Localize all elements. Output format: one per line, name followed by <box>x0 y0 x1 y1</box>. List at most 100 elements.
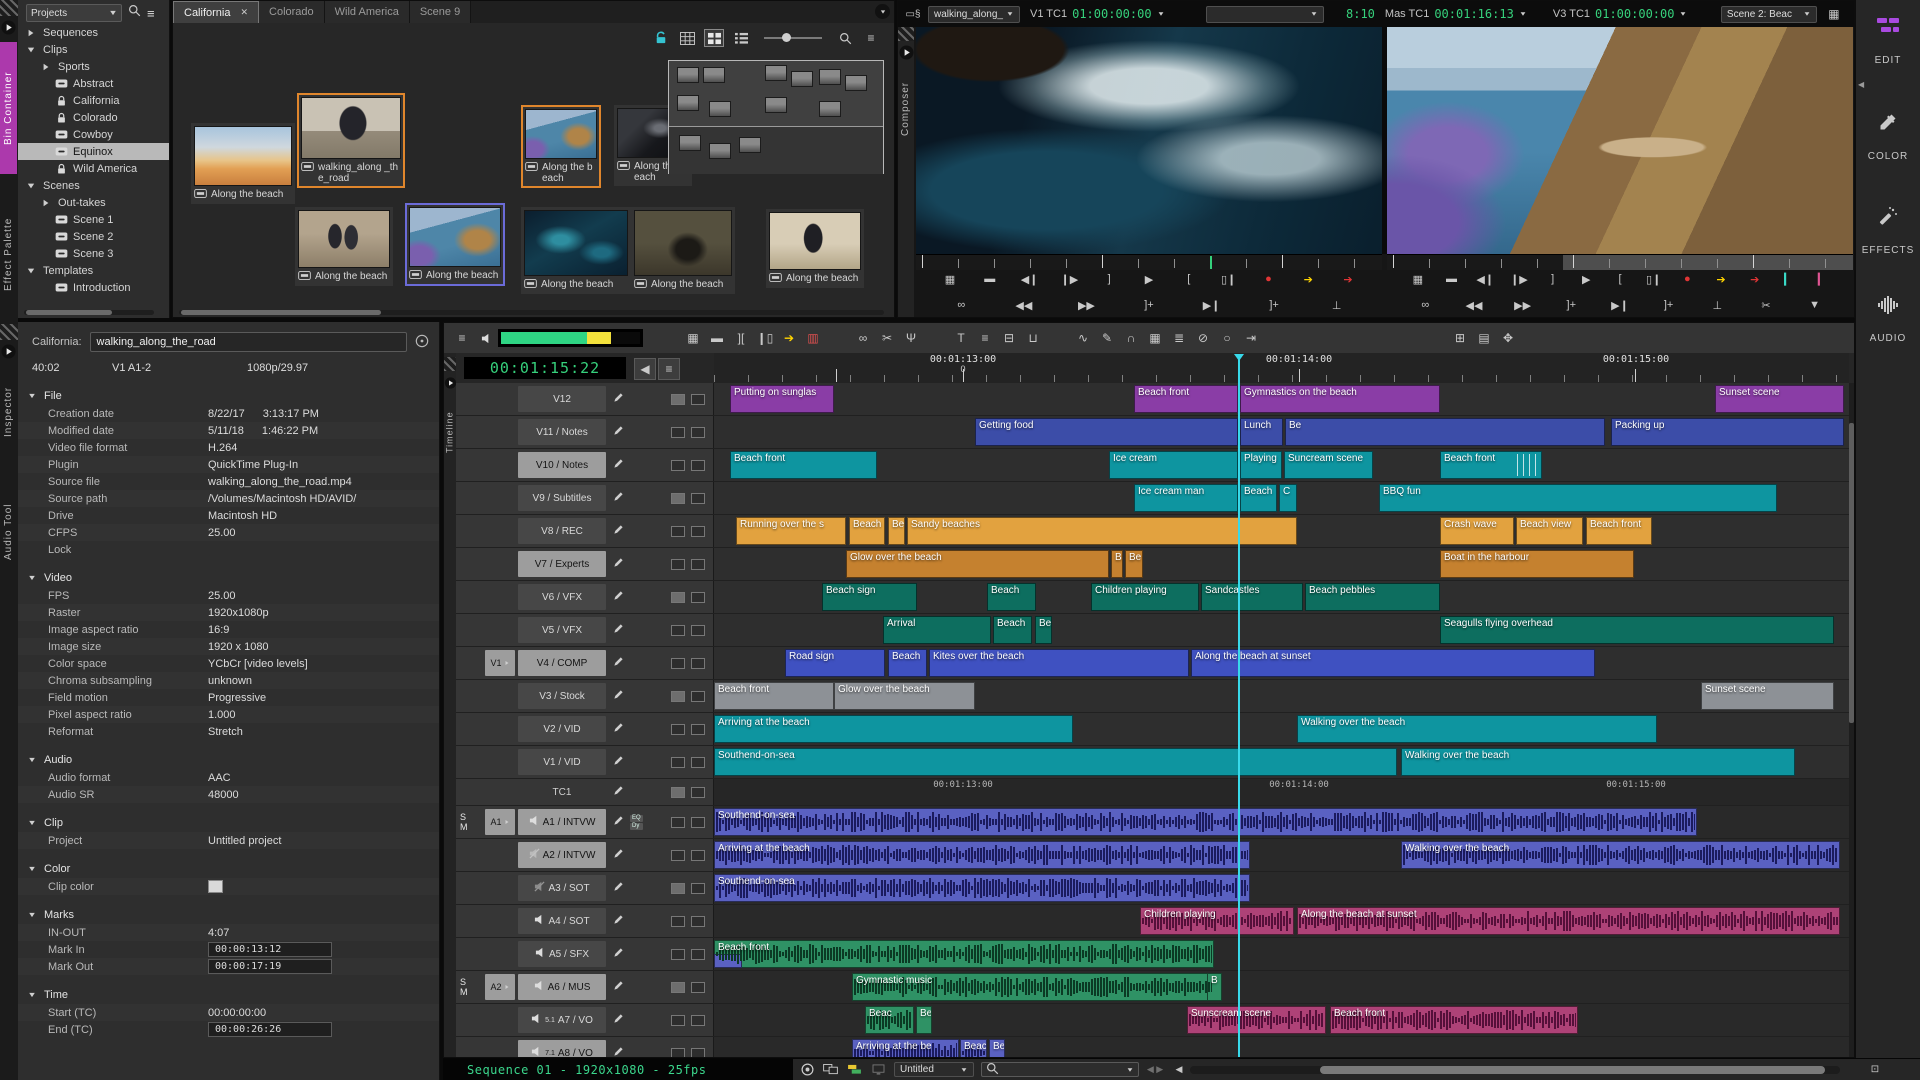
panel-play-button[interactable] <box>1 20 17 36</box>
next-edit-icon[interactable]: ▶❙ <box>1200 296 1224 314</box>
track-select-button[interactable]: V12 <box>518 386 606 412</box>
tree-hscrollbar[interactable] <box>24 310 154 315</box>
track-select-button[interactable]: V5 / VFX <box>518 617 606 643</box>
pencil-icon[interactable] <box>609 813 627 831</box>
track-header-a6[interactable]: S MA2A6 / MUS <box>456 971 714 1003</box>
record-icon[interactable]: ● <box>1256 270 1280 288</box>
mark-in-icon[interactable]: [ <box>1177 270 1201 288</box>
timeline-clip[interactable]: Beach <box>888 649 927 677</box>
waveform-toggle[interactable] <box>691 787 705 798</box>
timeline-clip[interactable]: Walking over the beach <box>1297 715 1657 743</box>
source-clip-dropdown[interactable]: walking_along_ <box>928 6 1020 23</box>
waveform-toggle[interactable] <box>691 757 705 768</box>
track-header-v11[interactable]: V11 / Notes <box>456 416 714 448</box>
bin-clip-tile[interactable]: Along the beach <box>521 207 631 294</box>
pencil-icon[interactable] <box>609 783 627 801</box>
monitor-toggle[interactable] <box>671 1048 685 1058</box>
record-icon[interactable]: ● <box>1675 270 1699 288</box>
timeline-clip[interactable]: Arriving at the beach <box>714 841 1250 869</box>
track-clips-v7[interactable]: Glow over the beachBBeBoat in the harbou… <box>714 548 1849 580</box>
track-clips-v3[interactable]: Beach frontGlow over the beachSunset sce… <box>714 680 1849 712</box>
bin-clip-tile[interactable]: Along the beach <box>521 105 601 188</box>
track-header-v10[interactable]: V10 / Notes <box>456 449 714 481</box>
clip-color-icon[interactable] <box>847 1064 862 1075</box>
align-icon[interactable]: ≡ <box>973 327 997 349</box>
disable-icon[interactable]: ⊘ <box>1191 327 1215 349</box>
tree-item-scenes[interactable]: Scenes <box>18 177 169 194</box>
track-header-v2[interactable]: V2 / VID <box>456 713 714 745</box>
timeline-clip[interactable]: Suncream scene <box>1284 451 1373 479</box>
panel-play-button[interactable] <box>1 344 17 360</box>
inspector-section-audio[interactable]: Audio <box>18 749 439 769</box>
timeline-clip[interactable]: Walking over the beach <box>1401 748 1795 776</box>
circle-icon[interactable]: ○ <box>1215 327 1239 349</box>
track-clips-a1[interactable]: Southend-on-sea <box>714 806 1849 838</box>
rail-tab-bin_container[interactable]: Bin Container <box>0 42 17 174</box>
projects-dropdown[interactable]: Projects <box>26 4 122 22</box>
add-marker-teal-icon[interactable]: ▎ <box>1776 270 1800 288</box>
track-select-button[interactable]: 5.1A7 / VO <box>518 1007 606 1033</box>
track-select-button[interactable]: V4 / COMP <box>518 650 606 676</box>
timecode-ruler[interactable]: 00:01:13:00000:01:14:0000:01:15:00 <box>714 353 1849 383</box>
track-select-button[interactable]: V8 / REC <box>518 518 606 544</box>
pencil-icon[interactable] <box>609 456 627 474</box>
menu-icon[interactable]: ≡ <box>147 6 155 21</box>
next-edit-icon[interactable]: ▶❙ <box>1608 296 1632 314</box>
timeline-clip[interactable]: Beach front <box>730 451 877 479</box>
timeline-menu-button[interactable]: ≡ <box>658 358 680 380</box>
timeline-clip[interactable]: Gymnastic music <box>852 973 1214 1001</box>
waveform-toggle[interactable] <box>691 592 705 603</box>
track-header-v3[interactable]: V3 / Stock <box>456 680 714 712</box>
timeline-clip[interactable]: Road sign <box>785 649 885 677</box>
clip-color-checkbox[interactable] <box>208 880 223 893</box>
timeline-clip[interactable]: Southend-on-sea <box>714 874 1250 902</box>
timeline-clip[interactable]: Beac <box>865 1006 914 1034</box>
source-monitor[interactable] <box>916 27 1382 254</box>
mark-out-icon[interactable]: ] <box>1541 270 1565 288</box>
monitor-toggle[interactable] <box>671 394 685 405</box>
play-icon[interactable]: ▶ <box>1574 270 1598 288</box>
pencil-icon[interactable] <box>609 489 627 507</box>
track-clips-a3[interactable]: Southend-on-sea <box>714 872 1849 904</box>
tree-item-equinox[interactable]: Equinox <box>18 143 169 160</box>
track-header-v8[interactable]: V8 / REC <box>456 515 714 547</box>
waveform-toggle[interactable] <box>691 724 705 735</box>
link-icon[interactable]: ∞ <box>949 296 973 314</box>
scroll-left-right-buttons[interactable]: ◀ ▶ <box>1143 1062 1167 1077</box>
scissors-icon[interactable]: ✂ <box>875 327 899 349</box>
track-header-a3[interactable]: A3 / SOT <box>456 872 714 904</box>
timeline-clip[interactable]: C <box>1279 484 1297 512</box>
bin-hscrollbar[interactable] <box>179 310 884 315</box>
monitor-toggle[interactable] <box>671 982 685 993</box>
grid-icon[interactable]: ▦ <box>1406 270 1430 288</box>
trim-mode-icon[interactable]: ⊥ <box>1325 296 1349 314</box>
inspector-section-clip[interactable]: Clip <box>18 812 439 832</box>
timeline-clip[interactable]: Gymnastics on the beach <box>1240 385 1440 413</box>
track-clips-v8[interactable]: Running over the sBeachBeSandy beachesCr… <box>714 515 1849 547</box>
step-back-icon[interactable]: ◀❙ <box>1018 270 1042 288</box>
monitor-toggle[interactable] <box>671 883 685 894</box>
timeline-clip[interactable]: Be <box>888 517 905 545</box>
pencil-icon[interactable] <box>609 978 627 996</box>
monitor-toggle[interactable] <box>671 559 685 570</box>
overwrite-icon[interactable]: ➔ <box>1336 270 1360 288</box>
timeline-clip[interactable]: Beach front <box>714 940 1214 968</box>
collapse-arrow-icon[interactable]: ◀ <box>1858 80 1864 89</box>
timeline-clip[interactable]: Beach <box>849 517 885 545</box>
export-icon[interactable]: ⇥ <box>1239 327 1263 349</box>
track-clips-a5[interactable]: Beach front <box>714 938 1849 970</box>
step-back-icon[interactable]: ◀❙ <box>1473 270 1497 288</box>
track-select-button[interactable]: A1 / INTVW <box>518 809 606 835</box>
inspector-section-video[interactable]: Video <box>18 567 439 587</box>
source-patch-button[interactable]: A2 <box>485 974 515 1000</box>
tree-item-abstract[interactable]: Abstract <box>18 75 169 92</box>
timeline-clip[interactable]: Be <box>989 1039 1005 1057</box>
move-icon[interactable]: ✥ <box>1496 327 1520 349</box>
extend-in-icon[interactable]: ]+ <box>1657 296 1681 314</box>
pencil-icon[interactable] <box>609 1011 627 1029</box>
rail-tab-effect_palette[interactable]: Effect Palette <box>0 202 17 306</box>
timeline-clip[interactable]: Seagulls flying overhead <box>1440 616 1834 644</box>
fast-forward-icon[interactable]: ▶▶ <box>1074 296 1098 314</box>
pencil-icon[interactable] <box>609 912 627 930</box>
timeline-clip[interactable]: Boat in the harbour <box>1440 550 1634 578</box>
